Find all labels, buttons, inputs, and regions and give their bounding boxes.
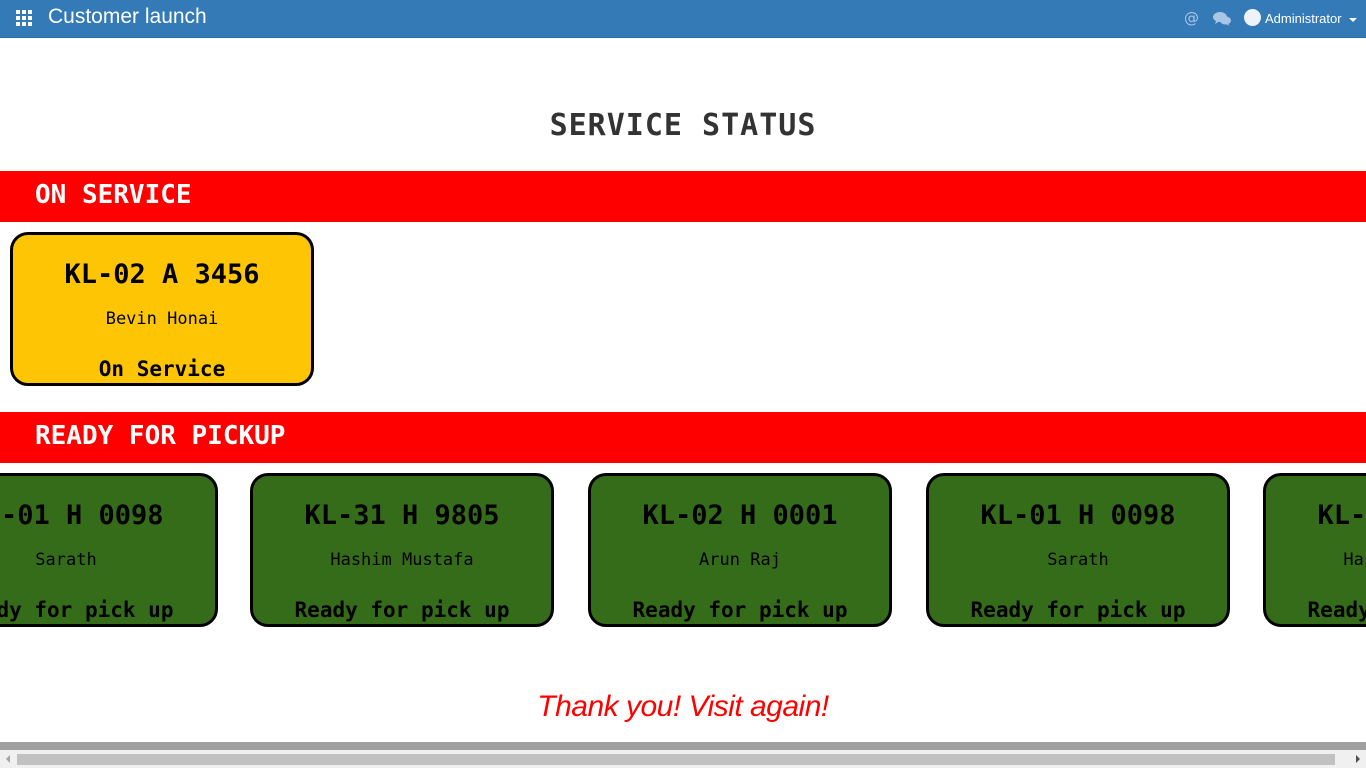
ready-cards: KL-01 H 0098 Sarath Ready for pick up KL… [0, 473, 1366, 633]
vehicle-status: Ready for pick up [1307, 598, 1366, 622]
scroll-right-arrow-icon[interactable] [1356, 755, 1360, 763]
caret-down-icon[interactable] [1349, 18, 1357, 22]
user-menu-name[interactable]: Administrator [1265, 11, 1342, 26]
vehicle-plate: KL-02 A 3456 [64, 259, 260, 290]
section-label: READY FOR PICKUP [35, 421, 286, 451]
top-navbar: Customer launch @ Administrator [0, 0, 1366, 38]
page-title: SERVICE STATUS [549, 108, 817, 143]
thank-you-message: Thank you! Visit again! [537, 690, 829, 723]
owner-name: Sarath [35, 550, 97, 570]
vehicle-plate: KL-01 H 0098 [0, 500, 164, 531]
vehicle-card[interactable]: KL-02 H 0001 Arun Raj Ready for pick up [588, 473, 892, 627]
owner-name: Arun Raj [699, 550, 781, 570]
user-avatar-icon[interactable] [1244, 9, 1261, 26]
on-service-section-header: ON SERVICE [0, 171, 1366, 222]
vehicle-status: On Service [98, 357, 226, 381]
vehicle-card[interactable]: KL-02 A 3456 Bevin Honai On Service [10, 232, 314, 386]
owner-name: Hashim Mustafa [330, 550, 474, 570]
vehicle-status: Ready for pick up [970, 598, 1186, 622]
vehicle-card[interactable]: KL-01 H 0098 Sarath Ready for pick up [0, 473, 218, 627]
section-label: ON SERVICE [35, 180, 192, 210]
chat-icon[interactable] [1213, 11, 1231, 27]
vehicle-card[interactable]: KL-31 H 9805 Hashim Mustafa Ready for pi… [1263, 473, 1366, 627]
vehicle-card[interactable]: KL-31 H 9805 Hashim Mustafa Ready for pi… [250, 473, 554, 627]
vehicle-plate: KL-01 H 0098 [980, 500, 1176, 531]
vehicle-card[interactable]: KL-01 H 0098 Sarath Ready for pick up [926, 473, 1230, 627]
on-service-cards: KL-02 A 3456 Bevin Honai On Service [0, 232, 1366, 392]
vehicle-plate: KL-31 H 9805 [304, 500, 500, 531]
vehicle-status: Ready for pick up [0, 598, 174, 622]
horizontal-scrollbar[interactable] [0, 750, 1366, 768]
vehicle-status: Ready for pick up [632, 598, 848, 622]
vehicle-plate: KL-31 H 9805 [1317, 500, 1366, 531]
scroll-left-arrow-icon[interactable] [6, 755, 10, 763]
scroll-divider [0, 742, 1366, 750]
vehicle-plate: KL-02 H 0001 [642, 500, 838, 531]
owner-name: Sarath [1047, 550, 1109, 570]
ready-section-header: READY FOR PICKUP [0, 412, 1366, 463]
vehicle-status: Ready for pick up [294, 598, 510, 622]
at-icon[interactable]: @ [1184, 9, 1199, 27]
scroll-thumb[interactable] [17, 754, 1335, 765]
owner-name: Bevin Honai [105, 309, 219, 329]
app-title[interactable]: Customer launch [48, 5, 207, 29]
owner-name: Hashim Mustafa [1343, 550, 1366, 570]
apps-grid-icon[interactable] [16, 10, 33, 27]
